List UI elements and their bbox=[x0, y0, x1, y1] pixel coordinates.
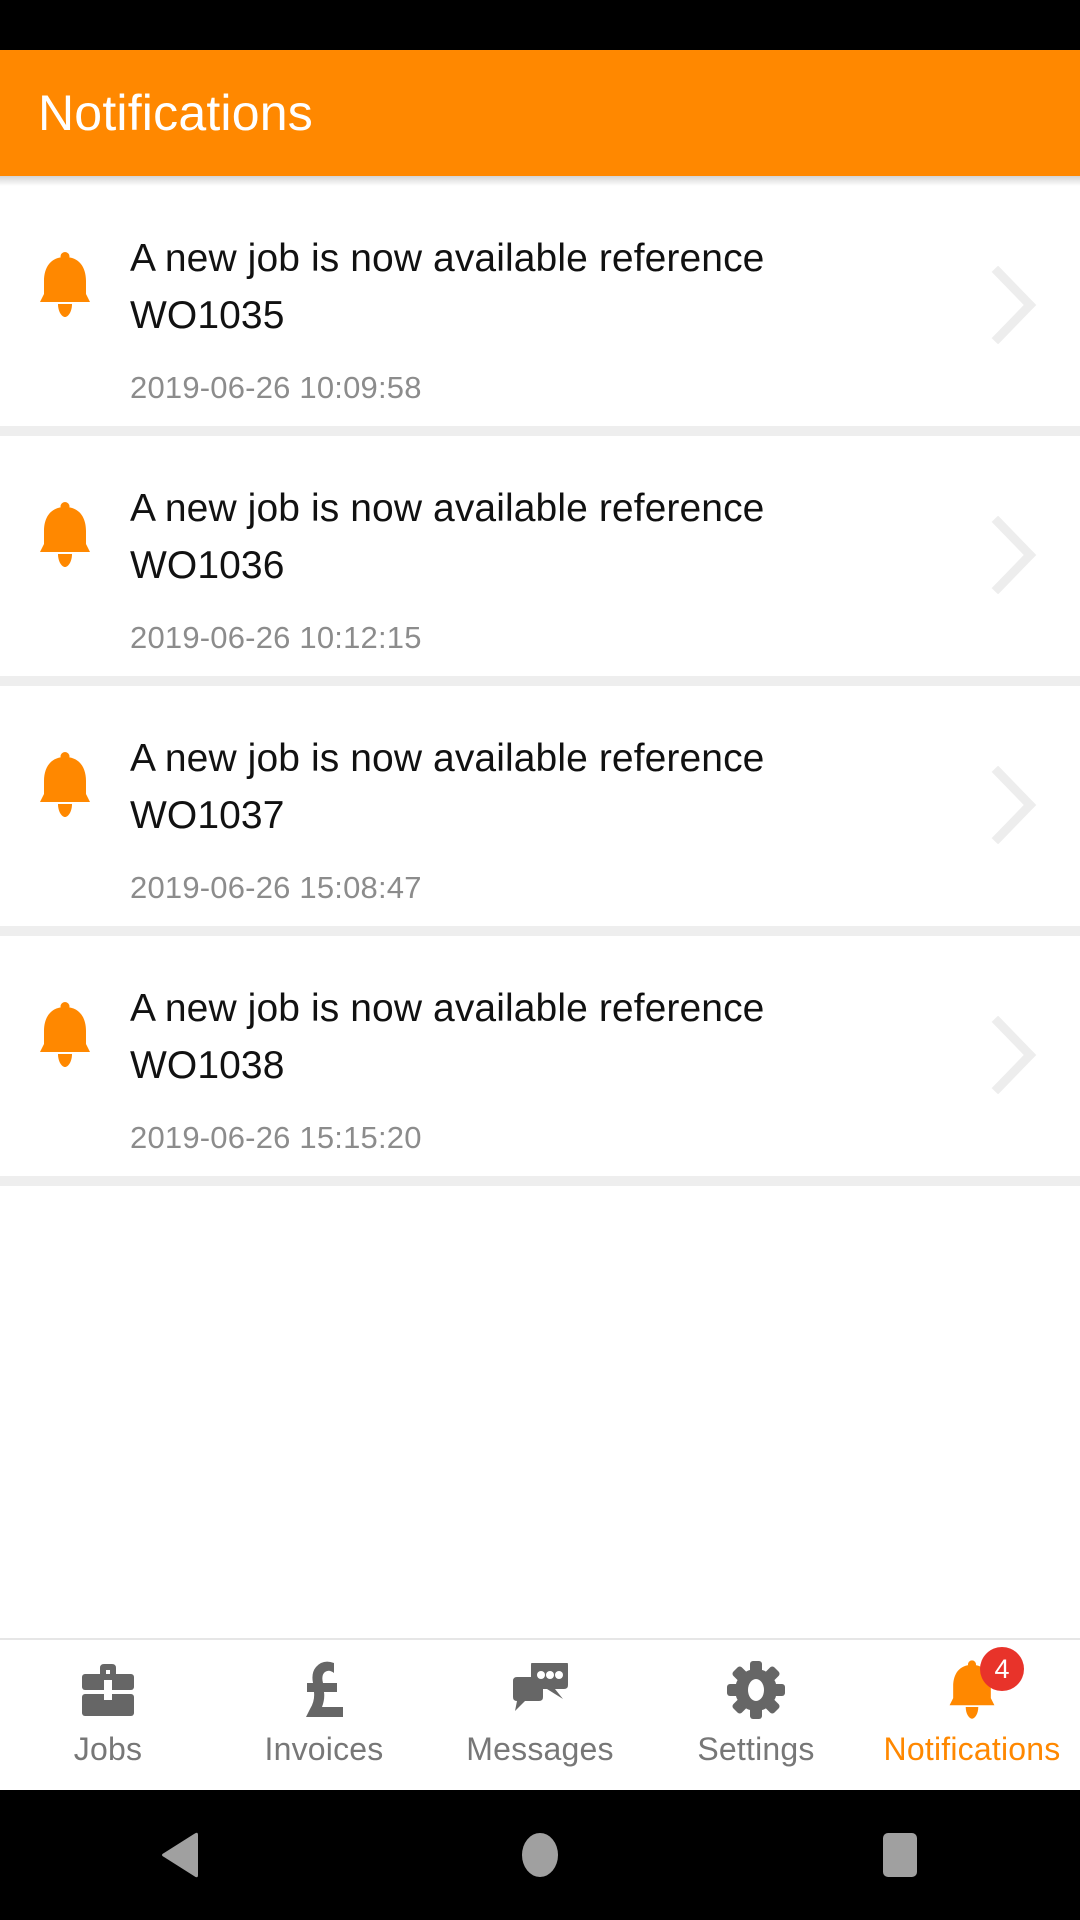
bell-icon bbox=[36, 252, 94, 318]
notification-timestamp: 2019-06-26 10:09:58 bbox=[130, 370, 422, 405]
bell-icon bbox=[36, 752, 94, 818]
chevron-right-icon[interactable] bbox=[950, 730, 1080, 844]
bell-icon bbox=[36, 502, 94, 568]
list-divider bbox=[0, 426, 1080, 436]
bottom-tab-bar: Jobs Invoices Messages Settings 4 Notifi… bbox=[0, 1638, 1080, 1790]
system-status-bar bbox=[0, 0, 1080, 50]
chevron-right-icon[interactable] bbox=[950, 230, 1080, 344]
chat-bubble-icon bbox=[509, 1659, 571, 1721]
tab-label: Invoices bbox=[264, 1731, 384, 1767]
notification-message: A new job is now available reference WO1… bbox=[130, 737, 765, 837]
notification-icon-wrap bbox=[0, 980, 130, 1068]
tab-label: Jobs bbox=[73, 1731, 143, 1767]
notification-row[interactable]: A new job is now available reference WO1… bbox=[0, 186, 1080, 426]
notification-message: A new job is now available reference WO1… bbox=[130, 987, 765, 1087]
notification-message: A new job is now available reference WO1… bbox=[130, 487, 765, 587]
pound-sign-icon bbox=[301, 1659, 347, 1721]
notification-message: A new job is now available reference WO1… bbox=[130, 237, 765, 337]
notification-badge: 4 bbox=[980, 1647, 1024, 1691]
tab-label: Messages bbox=[466, 1731, 614, 1767]
chevron-right-icon[interactable] bbox=[950, 980, 1080, 1094]
notification-icon-wrap bbox=[0, 730, 130, 818]
notification-row[interactable]: A new job is now available reference WO1… bbox=[0, 686, 1080, 926]
chevron-right-icon[interactable] bbox=[950, 480, 1080, 594]
notifications-list: A new job is now available reference WO1… bbox=[0, 186, 1080, 1638]
app-header: Notifications bbox=[0, 50, 1080, 176]
back-triangle-icon[interactable] bbox=[0, 1831, 360, 1879]
list-divider bbox=[0, 926, 1080, 936]
home-circle-icon[interactable] bbox=[360, 1831, 720, 1879]
tab-notifications[interactable]: 4 Notifications bbox=[864, 1640, 1080, 1790]
tab-messages[interactable]: Messages bbox=[432, 1640, 648, 1790]
bell-icon: 4 bbox=[946, 1647, 1024, 1721]
notification-content: A new job is now available reference WO1… bbox=[130, 480, 950, 653]
notification-row[interactable]: A new job is now available reference WO1… bbox=[0, 436, 1080, 676]
notification-timestamp: 2019-06-26 15:08:47 bbox=[130, 870, 422, 905]
notification-row[interactable]: A new job is now available reference WO1… bbox=[0, 936, 1080, 1176]
notification-content: A new job is now available reference WO1… bbox=[130, 230, 950, 403]
notification-timestamp: 2019-06-26 15:15:20 bbox=[130, 1120, 422, 1155]
notification-icon-wrap bbox=[0, 480, 130, 568]
page-title: Notifications bbox=[38, 85, 313, 141]
tab-jobs[interactable]: Jobs bbox=[0, 1640, 216, 1790]
list-divider bbox=[0, 676, 1080, 686]
tab-invoices[interactable]: Invoices bbox=[216, 1640, 432, 1790]
android-system-nav bbox=[0, 1790, 1080, 1920]
tab-label: Settings bbox=[697, 1731, 815, 1767]
notification-timestamp: 2019-06-26 10:12:15 bbox=[130, 620, 422, 655]
bell-icon bbox=[36, 1002, 94, 1068]
list-divider bbox=[0, 1176, 1080, 1186]
notification-icon-wrap bbox=[0, 230, 130, 318]
header-shadow bbox=[0, 176, 1080, 186]
notification-content: A new job is now available reference WO1… bbox=[130, 730, 950, 903]
notification-content: A new job is now available reference WO1… bbox=[130, 980, 950, 1153]
tab-label: Notifications bbox=[883, 1731, 1061, 1767]
app-screen: Notifications A new job is now available… bbox=[0, 0, 1080, 1920]
tab-settings[interactable]: Settings bbox=[648, 1640, 864, 1790]
briefcase-icon bbox=[80, 1659, 136, 1721]
recents-square-icon[interactable] bbox=[720, 1831, 1080, 1879]
gear-icon bbox=[727, 1659, 785, 1721]
